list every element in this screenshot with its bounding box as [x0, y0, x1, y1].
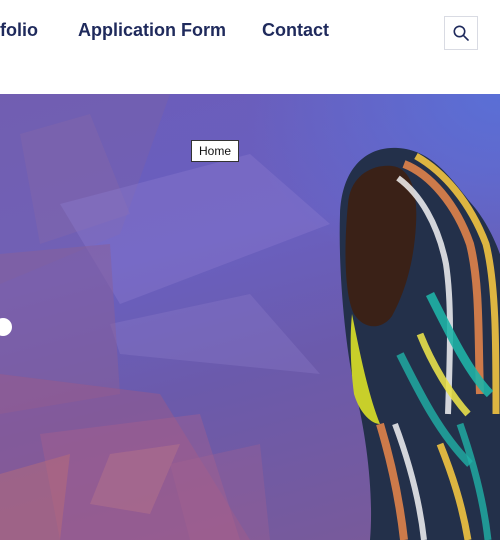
search-icon: [453, 25, 469, 41]
hero-background-art: [0, 94, 500, 540]
search-button[interactable]: [444, 16, 478, 50]
site-header: tfolio Application Form Contact: [0, 0, 500, 94]
home-tooltip: Home: [191, 140, 240, 162]
hero-banner: Home: [0, 94, 500, 540]
model-figure: [339, 147, 500, 540]
nav-contact[interactable]: Contact: [262, 20, 329, 41]
nav-application-form[interactable]: Application Form: [78, 20, 226, 41]
nav-portfolio[interactable]: tfolio: [0, 20, 38, 41]
